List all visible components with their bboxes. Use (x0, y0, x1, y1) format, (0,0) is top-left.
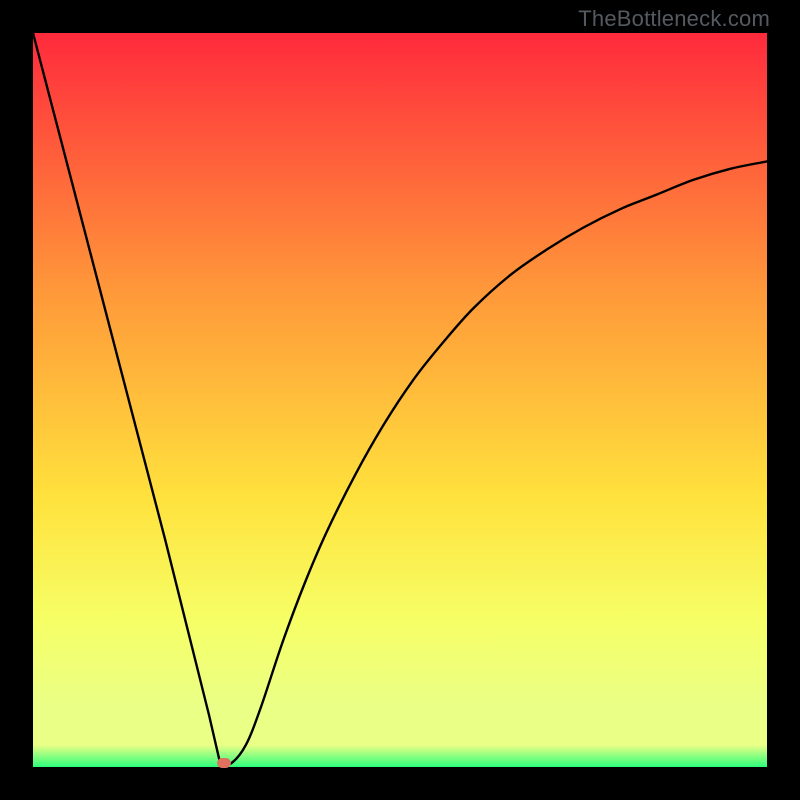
attribution-watermark: TheBottleneck.com (578, 6, 770, 32)
plot-area (33, 33, 767, 767)
chart-frame: TheBottleneck.com (0, 0, 800, 800)
bottleneck-curve (33, 33, 767, 767)
bottleneck-curve-path (33, 33, 767, 765)
optimal-point-marker (217, 758, 231, 768)
